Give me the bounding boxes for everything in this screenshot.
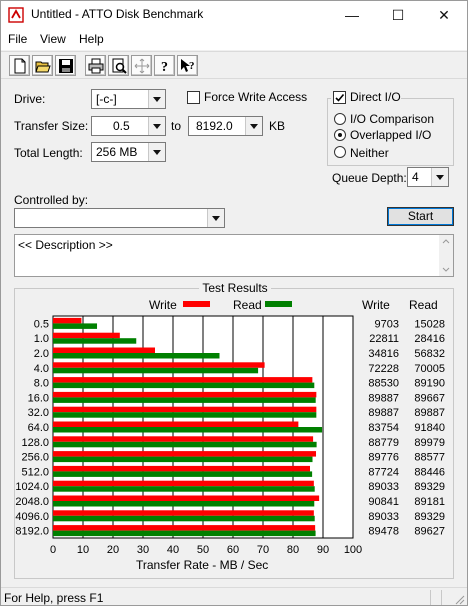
read-bar: [53, 323, 98, 329]
read-bar: [53, 427, 323, 433]
write-value: 89478: [368, 526, 399, 538]
write-bar: [53, 510, 314, 516]
write-bar: [53, 451, 317, 457]
category-label: 16.0: [28, 392, 49, 404]
write-bar: [53, 436, 314, 442]
category-label: 8.0: [34, 378, 49, 390]
x-tick-label: 0: [50, 544, 56, 556]
read-bar: [53, 515, 315, 522]
write-bar: [53, 465, 311, 472]
x-tick-label: 30: [137, 544, 149, 556]
read-value: 89667: [414, 392, 445, 404]
status-divider: [430, 590, 431, 605]
category-label: 64.0: [28, 422, 49, 434]
read-bar: [53, 530, 316, 537]
read-bar: [53, 397, 316, 403]
category-label: 32.0: [28, 407, 49, 419]
category-label: 0.5: [34, 318, 49, 330]
read-value: 89181: [414, 496, 445, 508]
write-bar: [53, 525, 316, 531]
read-bar: [53, 367, 259, 374]
write-bar: [53, 377, 313, 383]
write-value: 72228: [368, 363, 399, 375]
read-bar: [53, 412, 317, 418]
write-bar: [53, 362, 265, 368]
category-label: 128.0: [21, 437, 49, 449]
read-value: 89979: [414, 437, 445, 449]
category-label: 1024.0: [15, 481, 49, 493]
status-bar: For Help, press F1: [1, 587, 467, 606]
resize-grip-icon[interactable]: [453, 593, 465, 605]
category-label: 2048.0: [15, 496, 49, 508]
read-value: 89329: [414, 481, 445, 493]
write-bar: [53, 480, 314, 487]
x-tick-label: 10: [77, 544, 89, 556]
category-label: 8192.0: [15, 526, 49, 538]
write-value: 83754: [368, 422, 399, 434]
write-value: 88779: [368, 437, 399, 449]
read-value: 28416: [414, 333, 445, 345]
category-label: 1.0: [34, 333, 49, 345]
write-bar: [53, 406, 317, 413]
write-value: 89033: [368, 511, 399, 523]
x-axis-label: Transfer Rate - MB / Sec: [136, 558, 269, 572]
write-value: 87724: [368, 466, 399, 478]
category-label: 2.0: [34, 348, 49, 360]
x-tick-label: 60: [227, 544, 239, 556]
write-value: 9703: [375, 318, 399, 330]
x-tick-label: 50: [197, 544, 209, 556]
write-bar: [53, 332, 120, 339]
read-bar: [53, 441, 317, 448]
category-label: 512.0: [21, 466, 49, 478]
write-value: 89776: [368, 452, 399, 464]
read-value: 70005: [414, 363, 445, 375]
x-tick-label: 70: [257, 544, 269, 556]
read-bar: [53, 382, 315, 389]
read-value: 15028: [414, 318, 445, 330]
x-tick-label: 20: [107, 544, 119, 556]
read-bar: [53, 471, 313, 477]
x-tick-label: 40: [167, 544, 179, 556]
category-label: 4096.0: [15, 511, 49, 523]
write-value: 89033: [368, 481, 399, 493]
read-bar: [53, 353, 220, 359]
read-value: 89329: [414, 511, 445, 523]
app-window: Untitled - ATTO Disk Benchmark — ☐ ✕ Fil…: [0, 0, 468, 606]
x-tick-label: 90: [317, 544, 329, 556]
transfer-rate-chart: 0 10 20 30 40 50 60 70 80 90 100 0.5 9703 15028 1.0 228…: [15, 315, 445, 556]
read-value: 89887: [414, 407, 445, 419]
read-value: 91840: [414, 422, 445, 434]
read-value: 88446: [414, 466, 445, 478]
read-value: 89190: [414, 378, 445, 390]
write-bar: [53, 421, 299, 427]
write-bar: [53, 317, 82, 324]
x-tick-label: 80: [287, 544, 299, 556]
write-value: 88530: [368, 378, 399, 390]
write-value: 34816: [368, 348, 399, 360]
read-bar: [53, 338, 137, 344]
write-bar: [53, 347, 155, 353]
read-value: 89627: [414, 526, 445, 538]
read-bar: [53, 486, 315, 492]
write-value: 89887: [368, 392, 399, 404]
write-value: 22811: [369, 333, 399, 345]
x-tick-label: 100: [344, 544, 362, 556]
read-value: 88577: [414, 452, 445, 464]
read-bar: [53, 501, 315, 507]
write-value: 90841: [368, 496, 399, 508]
read-value: 56832: [414, 348, 445, 360]
write-value: 89887: [368, 407, 399, 419]
category-label: 4.0: [34, 363, 49, 375]
write-bar: [53, 391, 317, 398]
read-bar: [53, 456, 313, 463]
write-bar: [53, 495, 320, 501]
status-text: For Help, press F1: [4, 591, 104, 605]
status-divider: [441, 590, 442, 605]
category-label: 256.0: [21, 452, 49, 464]
